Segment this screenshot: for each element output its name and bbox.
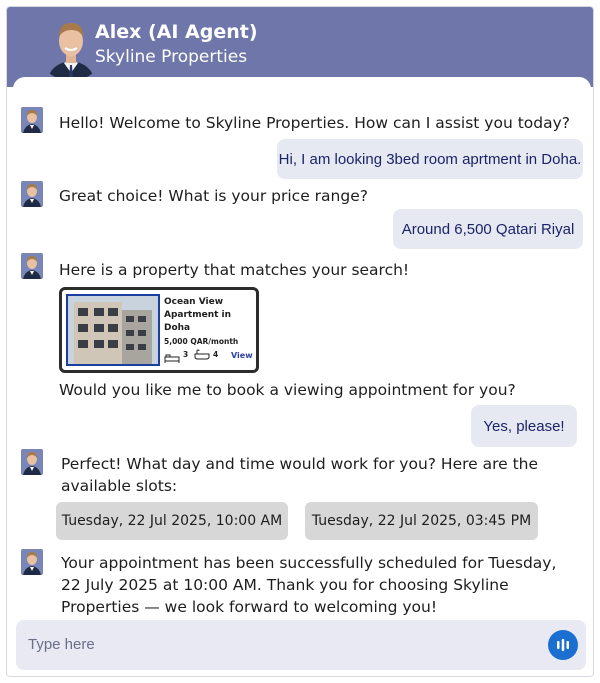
voice-bars-icon [557, 639, 569, 651]
bot-avatar [21, 107, 43, 133]
user-message: Around 6,500 Qatari Riyal [393, 209, 583, 249]
bot-avatar [21, 253, 43, 279]
property-image [66, 294, 160, 366]
chat-window: Alex (AI Agent) Skyline Properties Hello… [6, 6, 594, 677]
time-slot-button[interactable]: Tuesday, 22 Jul 2025, 03:45 PM [305, 502, 538, 540]
time-slot-button[interactable]: Tuesday, 22 Jul 2025, 10:00 AM [56, 502, 288, 540]
agent-name: Alex (AI Agent) [95, 21, 258, 43]
message-list: Hello! Welcome to Skyline Properties. Ho… [13, 77, 591, 676]
property-price: 5,000 QAR/month [164, 337, 239, 346]
view-property-link[interactable]: View [231, 351, 253, 360]
user-message: Yes, please! [471, 405, 577, 447]
bot-message: Perfect! What day and time would work fo… [61, 455, 539, 495]
property-title: Ocean View Apartment in Doha [164, 297, 232, 333]
property-card[interactable]: Ocean View Apartment in Doha 5,000 QAR/m… [59, 287, 259, 373]
bot-message: Would you like me to book a viewing appo… [59, 381, 516, 399]
voice-input-button[interactable] [548, 630, 578, 660]
bot-avatar [21, 549, 43, 575]
bot-message: Here is a property that matches your sea… [59, 261, 410, 279]
bath-count: 4 [213, 350, 219, 359]
message-input[interactable]: Type here [16, 620, 586, 670]
bot-avatar [21, 449, 43, 475]
bed-count: 3 [183, 350, 189, 359]
chat-header: Alex (AI Agent) Skyline Properties [7, 7, 593, 87]
bot-message: Your appointment has been successfully s… [61, 554, 557, 616]
bed-icon [164, 348, 180, 367]
bot-avatar [21, 181, 43, 207]
bath-icon [194, 346, 210, 365]
bot-message: Great choice! What is your price range? [59, 187, 368, 205]
company-name: Skyline Properties [95, 47, 248, 67]
bot-message: Hello! Welcome to Skyline Properties. Ho… [59, 114, 571, 132]
user-message: Hi, I am looking 3bed room aprtment in D… [277, 139, 583, 179]
input-placeholder: Type here [28, 636, 95, 653]
